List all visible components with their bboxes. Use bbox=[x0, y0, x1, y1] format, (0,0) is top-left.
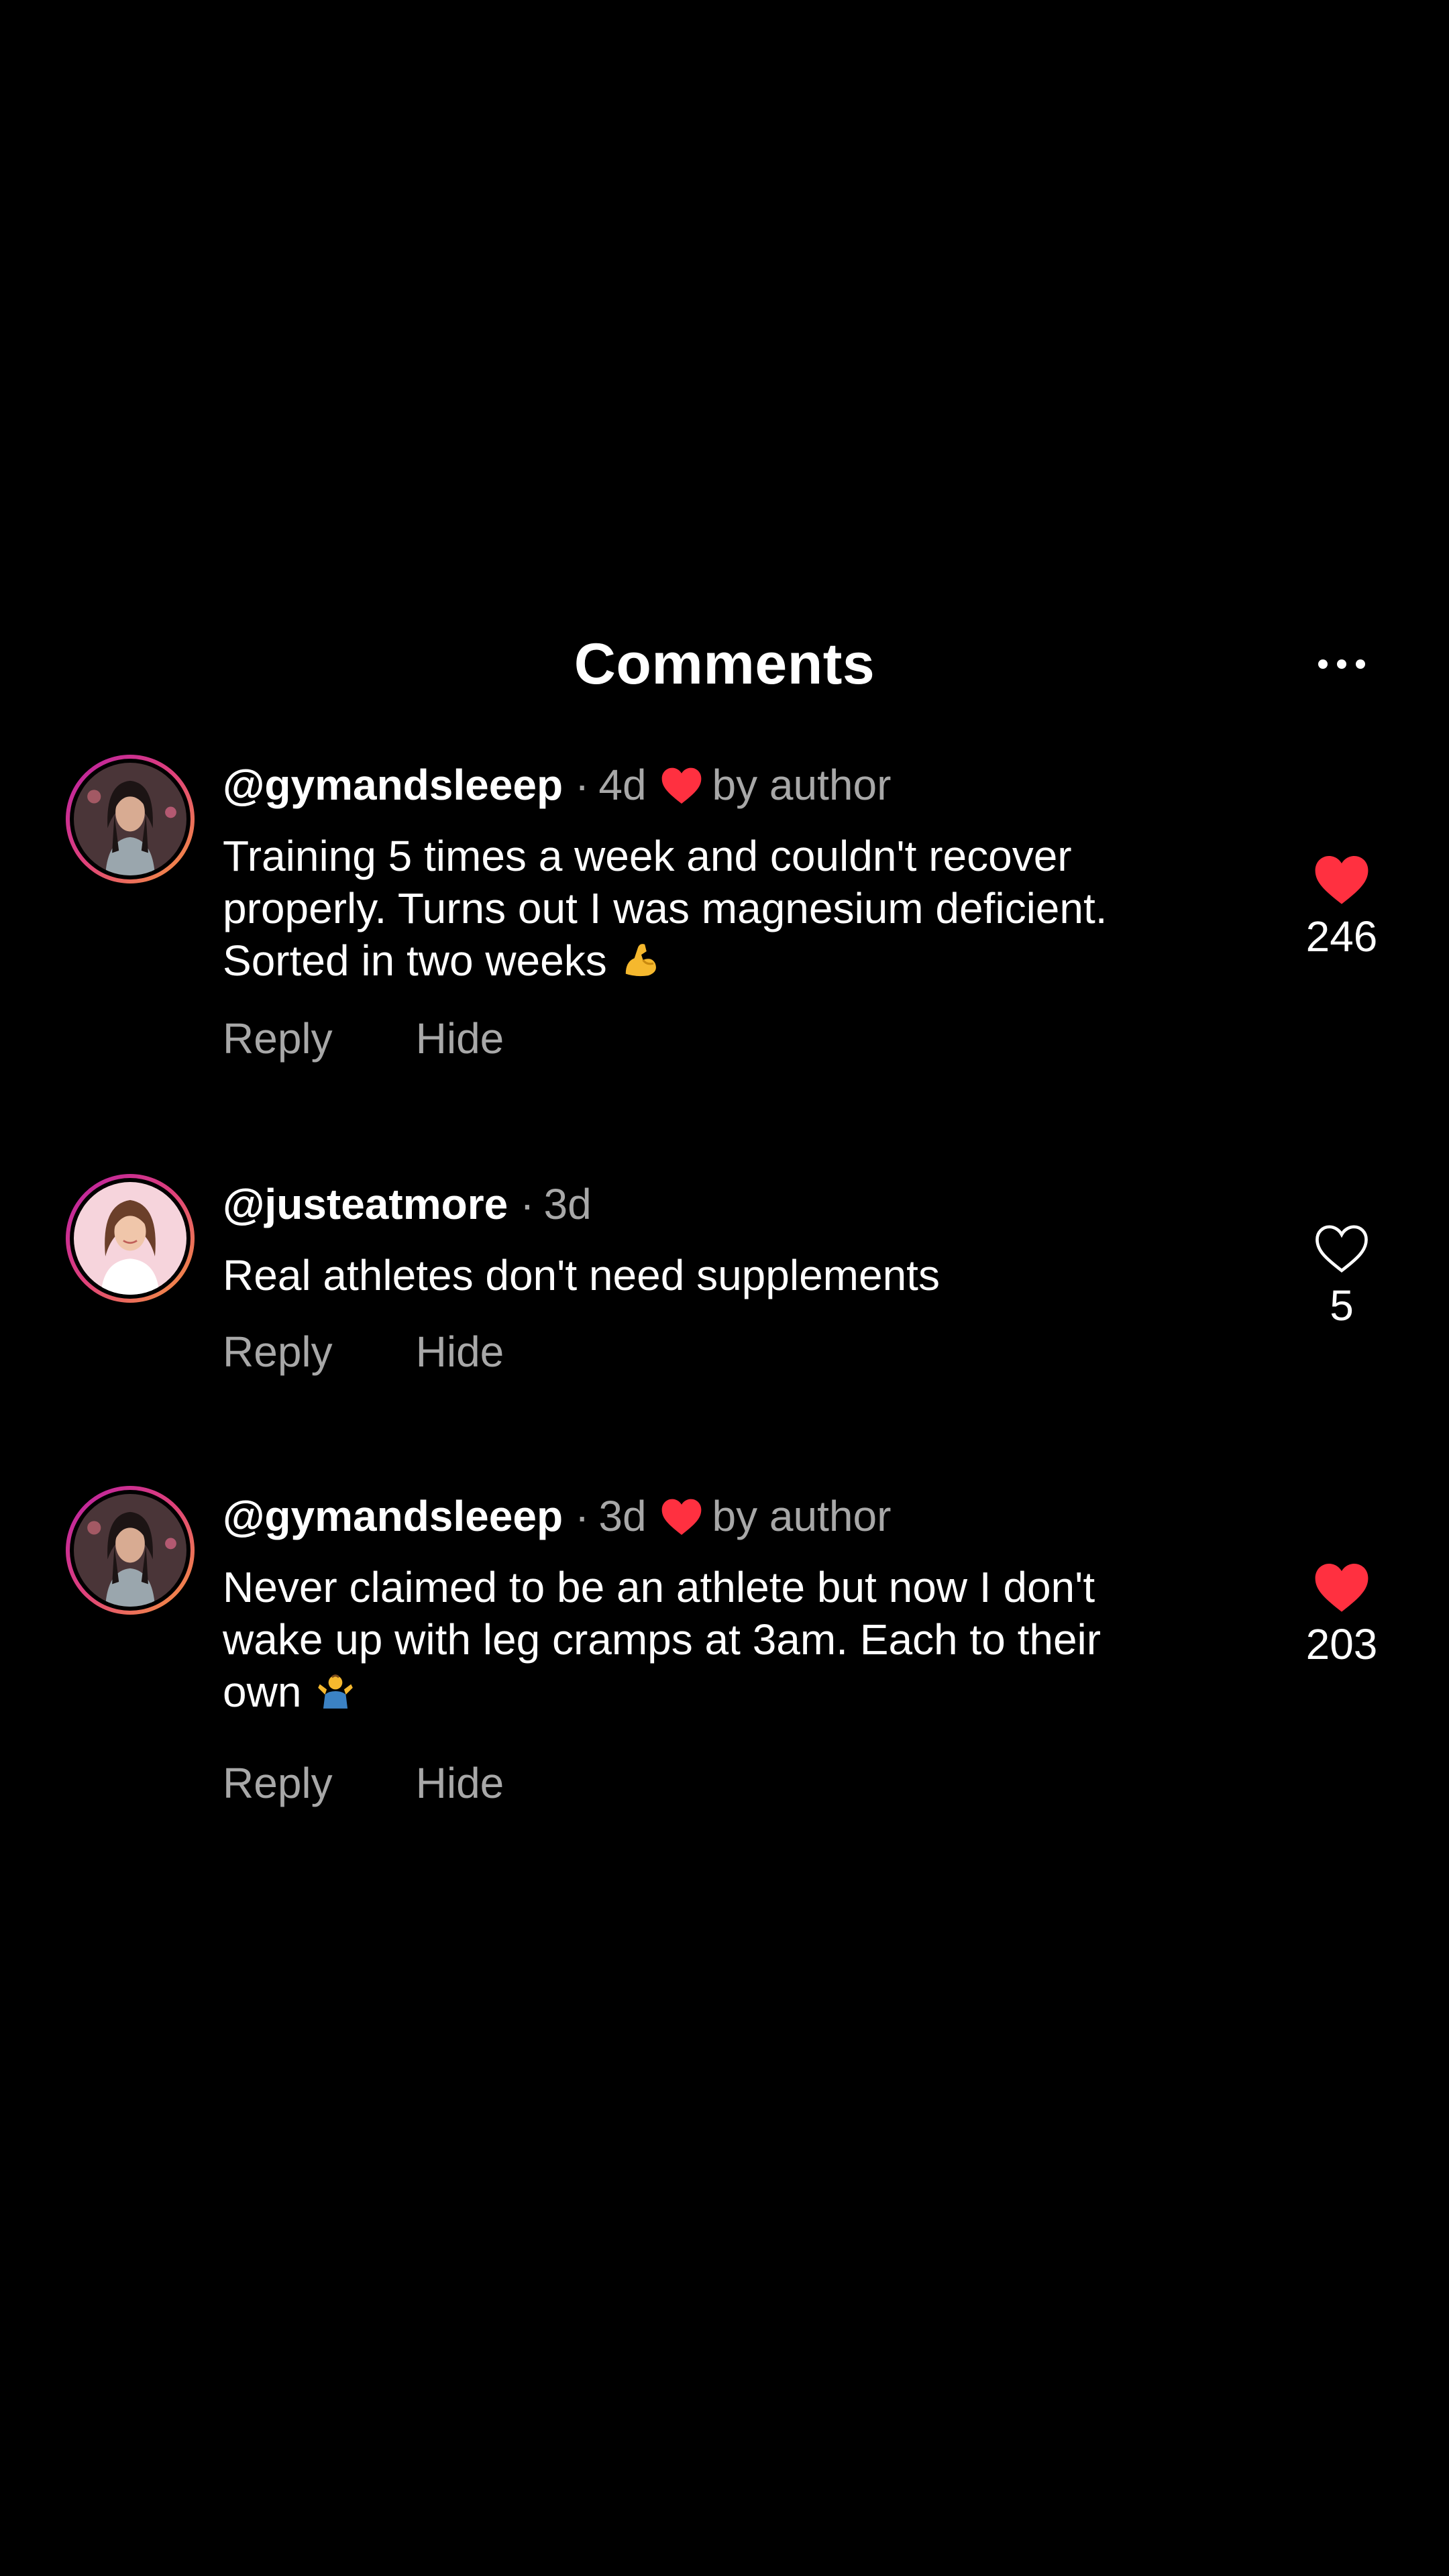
reply-button[interactable]: Reply bbox=[223, 1014, 333, 1063]
like-count: 203 bbox=[1305, 1620, 1378, 1668]
person-shrugging-emoji-icon bbox=[313, 1670, 358, 1712]
author-liked-heart-icon bbox=[660, 765, 703, 805]
heart-filled-icon bbox=[1313, 852, 1371, 906]
hide-button[interactable]: Hide bbox=[416, 1758, 504, 1808]
like-count: 246 bbox=[1305, 912, 1378, 961]
comment-text: Training 5 times a week and couldn't rec… bbox=[223, 832, 1108, 985]
comment-meta: @justeatmore · 3d bbox=[223, 1179, 592, 1229]
comment-meta: @gymandsleeep · 4d by author bbox=[223, 760, 892, 810]
comment-meta: @gymandsleeep · 3d by author bbox=[223, 1491, 892, 1541]
like-button[interactable]: 246 bbox=[1275, 852, 1409, 963]
avatar[interactable] bbox=[66, 755, 195, 883]
comment-time: 4d bbox=[598, 761, 647, 809]
comment-text: Real athletes don't need supplements bbox=[223, 1251, 940, 1299]
hide-button[interactable]: Hide bbox=[416, 1014, 504, 1063]
comment-actions: Reply Hide bbox=[223, 1322, 504, 1382]
more-horizontal-icon bbox=[1318, 659, 1328, 669]
avatar[interactable] bbox=[66, 1486, 195, 1615]
heart-filled-icon bbox=[1313, 1560, 1371, 1613]
page-title: Comments bbox=[574, 632, 875, 696]
username-link[interactable]: @justeatmore bbox=[223, 1179, 508, 1229]
username-link[interactable]: @gymandsleeep bbox=[223, 1491, 563, 1541]
comment-actions: Reply Hide bbox=[223, 1008, 504, 1069]
comment-actions: Reply Hide bbox=[223, 1753, 504, 1813]
flexed-biceps-emoji-icon bbox=[619, 939, 663, 981]
like-button[interactable]: 203 bbox=[1275, 1560, 1409, 1671]
comment-time: 3d bbox=[543, 1180, 592, 1228]
hide-button[interactable]: Hide bbox=[416, 1327, 504, 1377]
avatar[interactable] bbox=[66, 1174, 195, 1303]
like-button[interactable]: 5 bbox=[1275, 1221, 1409, 1332]
avatar-photo bbox=[74, 1182, 186, 1295]
by-author-label: by author bbox=[712, 1492, 892, 1540]
comment-text: Never claimed to be an athlete but now I… bbox=[223, 1563, 1102, 1716]
more-options-button[interactable] bbox=[1305, 637, 1379, 691]
like-count: 5 bbox=[1330, 1281, 1354, 1330]
heart-outline-icon bbox=[1313, 1221, 1371, 1275]
avatar-photo bbox=[74, 1494, 186, 1607]
author-liked-heart-icon bbox=[660, 1496, 703, 1536]
comments-header: Comments bbox=[0, 624, 1449, 704]
comment-time: 3d bbox=[598, 1492, 647, 1540]
avatar-photo bbox=[74, 763, 186, 875]
by-author-label: by author bbox=[712, 761, 892, 809]
username-link[interactable]: @gymandsleeep bbox=[223, 760, 563, 810]
reply-button[interactable]: Reply bbox=[223, 1758, 333, 1808]
reply-button[interactable]: Reply bbox=[223, 1327, 333, 1377]
